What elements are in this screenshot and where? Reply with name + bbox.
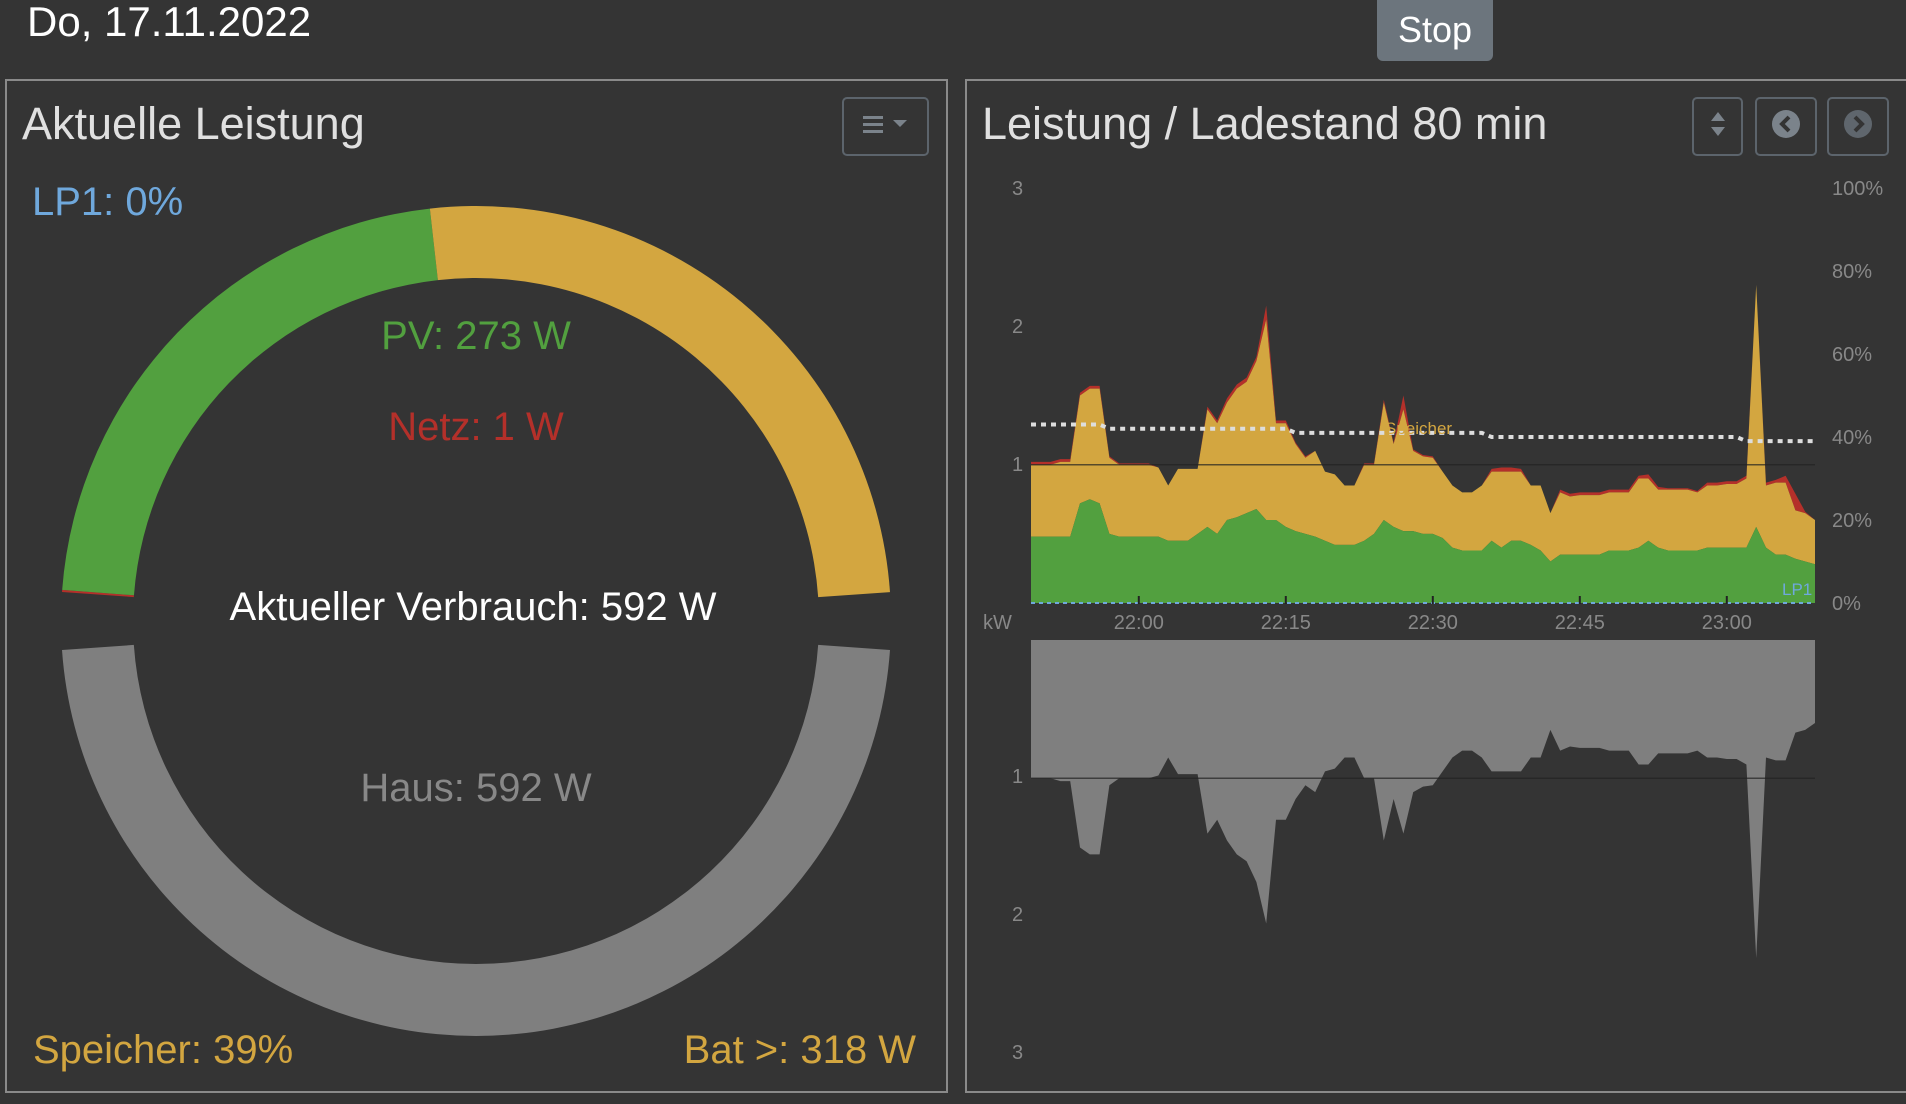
y-tick: 2 [1012, 316, 1024, 338]
chevron-left-icon [1771, 109, 1801, 144]
next-button[interactable] [1827, 97, 1889, 156]
y-tick: 3 [1012, 178, 1024, 200]
chevron-right-icon [1843, 109, 1873, 144]
y2-tick: 60% [1832, 344, 1873, 366]
lower-y-tick: 3 [1012, 1042, 1024, 1064]
y2-tick: 0% [1832, 593, 1861, 615]
menu-dropdown-button[interactable] [842, 97, 929, 156]
battery-power-label: Bat >: 318 W [683, 1028, 916, 1072]
storage-soc-label: Speicher: 39% [33, 1028, 294, 1072]
consumption-label: Aktueller Verbrauch: 592 W [229, 585, 717, 629]
x-tick: 22:00 [1113, 612, 1164, 634]
x-tick: 22:15 [1260, 612, 1311, 634]
x-tick: 23:00 [1701, 612, 1752, 634]
y-axis-unit: kW [983, 612, 1012, 634]
y-tick: 1 [1012, 454, 1024, 476]
sort-button[interactable] [1692, 97, 1743, 156]
y2-tick: 40% [1832, 427, 1873, 449]
house-label: Haus: 592 W [360, 766, 592, 810]
previous-button[interactable] [1755, 97, 1817, 156]
panel-title: Aktuelle Leistung [22, 98, 365, 149]
lower-y-tick: 1 [1012, 766, 1024, 788]
stop-button[interactable]: Stop [1377, 0, 1493, 61]
sort-icon [1708, 109, 1728, 144]
x-tick: 22:45 [1554, 612, 1605, 634]
power-history-panel [965, 79, 1906, 1093]
pv-label: PV: 273 W [381, 314, 571, 358]
y2-tick: 80% [1832, 261, 1873, 283]
list-icon [861, 112, 911, 141]
x-tick: 22:30 [1407, 612, 1458, 634]
y2-tick: 20% [1832, 510, 1873, 532]
chart-title: Leistung / Ladestand 80 min [982, 98, 1548, 149]
grid-label: Netz: 1 W [388, 405, 564, 449]
date-display: Do, 17.11.2022 [27, 0, 312, 45]
lp1-label: LP1: 0% [32, 180, 184, 224]
lower-y-tick: 2 [1012, 904, 1024, 926]
y2-tick: 100% [1832, 178, 1884, 200]
